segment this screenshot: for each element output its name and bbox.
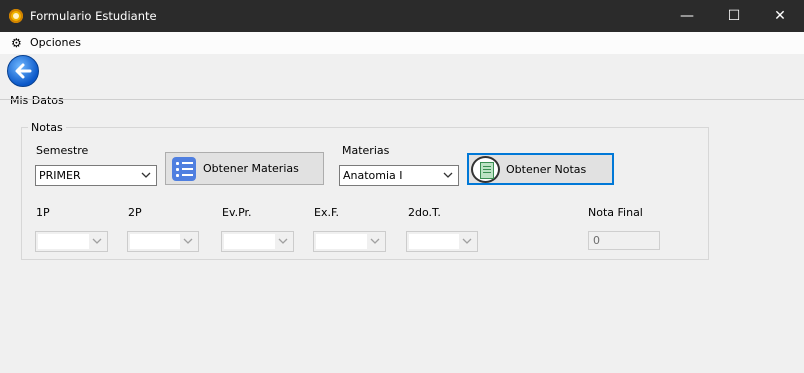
materias-value: Anatomia I — [343, 169, 403, 182]
chevron-down-icon — [370, 238, 380, 244]
grade-label-2do-t: 2do.T. — [408, 206, 441, 219]
chevron-down-icon — [443, 172, 453, 178]
grade-label-ev-pr: Ev.Pr. — [222, 206, 252, 219]
menu-bar: ⚙ Opciones — [0, 32, 804, 54]
obtener-materias-label: Obtener Materias — [203, 162, 299, 175]
window-title: Formulario Estudiante — [30, 9, 157, 23]
obtener-notas-button[interactable]: Obtener Notas — [467, 153, 614, 185]
gears-icon: ⚙ — [11, 36, 22, 50]
grade-label-ex-f: Ex.F. — [314, 206, 340, 219]
chevron-down-icon — [92, 238, 102, 244]
minimize-button[interactable]: — — [664, 0, 710, 32]
nota-final-value: 0 — [593, 234, 600, 247]
materias-label: Materias — [342, 144, 390, 157]
semestre-value: PRIMER — [39, 169, 81, 182]
grade-select-2p[interactable] — [127, 231, 199, 252]
obtener-materias-button[interactable]: Obtener Materias — [165, 152, 324, 185]
grade-select-ev-pr[interactable] — [221, 231, 294, 252]
obtener-notas-label: Obtener Notas — [506, 163, 587, 176]
chevron-down-icon — [278, 238, 288, 244]
menu-opciones-label: Opciones — [30, 36, 81, 49]
semestre-select[interactable]: PRIMER — [35, 165, 157, 186]
back-button[interactable] — [7, 55, 39, 87]
grade-label-2p: 2P — [128, 206, 142, 219]
back-arrow-icon — [15, 63, 32, 79]
grade-label-1p: 1P — [36, 206, 50, 219]
grade-select-1p[interactable] — [35, 231, 108, 252]
notas-group-legend: Notas — [28, 121, 66, 134]
close-button[interactable]: ✕ — [757, 0, 803, 32]
semestre-label: Semestre — [36, 144, 89, 157]
list-icon — [172, 157, 196, 181]
materias-select[interactable]: Anatomia I — [339, 165, 459, 186]
chevron-down-icon — [141, 172, 151, 178]
notes-document-icon — [471, 156, 500, 183]
menu-opciones[interactable]: ⚙ Opciones — [8, 35, 81, 51]
grade-select-ex-f[interactable] — [313, 231, 386, 252]
grade-select-2do-t[interactable] — [406, 231, 478, 252]
separator — [0, 99, 804, 100]
app-icon — [9, 9, 23, 23]
title-bar: Formulario Estudiante — ☐ ✕ — [0, 0, 804, 32]
nota-final-label: Nota Final — [588, 206, 643, 219]
chevron-down-icon — [183, 238, 193, 244]
maximize-button[interactable]: ☐ — [711, 0, 757, 32]
nota-final-field[interactable]: 0 — [588, 231, 660, 250]
section-label: Mis Datos — [10, 94, 64, 107]
chevron-down-icon — [462, 238, 472, 244]
